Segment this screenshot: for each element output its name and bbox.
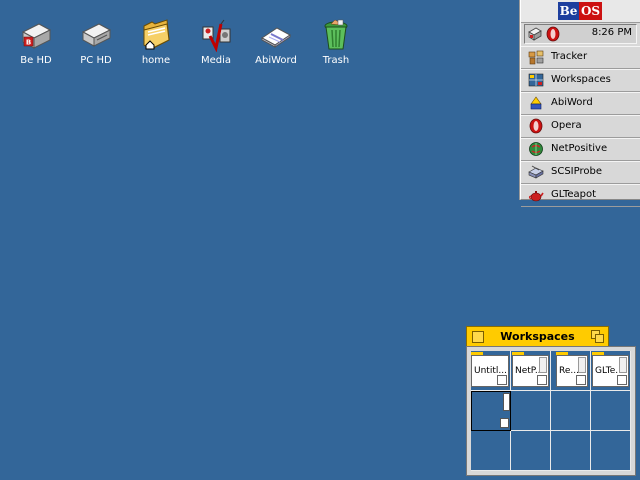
deskbar-item-label: Tracker [551, 51, 588, 62]
scsiprobe-icon [528, 165, 544, 179]
pc-harddisk-icon [81, 23, 112, 47]
desktop-icon-label: AbiWord [255, 55, 297, 66]
deskbar-item-netpositive[interactable]: NetPositive [521, 138, 640, 161]
mini-window-tab [471, 352, 483, 355]
workspace-grid: Untitl... NetP... Re... GLTe... [471, 351, 631, 471]
deskbar-item-label: Opera [551, 120, 582, 131]
network-status-icon[interactable] [527, 26, 543, 42]
netpositive-icon [529, 142, 543, 156]
mini-window-tab [512, 352, 524, 355]
mini-window[interactable]: Untitl... [471, 352, 509, 387]
desktop-icon-media[interactable]: Media [184, 18, 248, 66]
workspaces-window: Untitl... NetP... Re... GLTe... [466, 346, 636, 476]
desktop-icon-abiword[interactable]: AbiWord [244, 18, 308, 66]
deskbar-item-label: GLTeapot [551, 189, 597, 200]
abiword-document-icon [261, 27, 291, 48]
mini-window-scroll [503, 393, 510, 411]
mini-window[interactable]: NetP... [512, 352, 549, 387]
desktop-icon-label: PC HD [80, 55, 112, 66]
deskbar-item-label: AbiWord [551, 97, 593, 108]
mini-window-scroll [578, 357, 586, 373]
mini-window-resize [617, 375, 627, 385]
glteapot-icon [528, 191, 544, 202]
deskbar-clock[interactable]: 8:26 PM [592, 27, 632, 38]
media-icon [202, 19, 231, 52]
desktop-icon-label: Trash [322, 55, 350, 66]
desktop-icon-trash[interactable]: Trash [304, 18, 368, 66]
workspace-10[interactable] [511, 431, 551, 471]
workspace-11[interactable] [551, 431, 591, 471]
workspace-6[interactable] [511, 391, 551, 431]
mini-window-resize [537, 375, 547, 385]
be-menu-button[interactable]: Be OS [521, 0, 640, 23]
desktop-icon-be-hd[interactable]: B Be HD [4, 18, 68, 66]
mini-window-scroll [619, 357, 627, 373]
deskbar-item-workspaces[interactable]: Workspaces [521, 69, 640, 92]
workspace-7[interactable] [551, 391, 591, 431]
deskbar-item-label: NetPositive [551, 143, 608, 154]
workspace-3[interactable]: Re... [551, 351, 591, 391]
home-folder-icon [143, 19, 170, 50]
deskbar-item-scsiprobe[interactable]: SCSIProbe [521, 161, 640, 184]
deskbar-item-label: SCSIProbe [551, 166, 602, 177]
workspace-9[interactable] [471, 431, 511, 471]
mini-window-scroll [539, 357, 547, 373]
mini-window-resize [500, 418, 509, 428]
mini-window-resize [576, 375, 586, 385]
opera-icon [529, 118, 543, 134]
deskbar-tray: 8:26 PM [524, 24, 637, 44]
mini-window[interactable]: GLTe... [592, 352, 629, 387]
workspace-4[interactable]: GLTe... [591, 351, 631, 391]
mini-window[interactable]: Re... [556, 352, 588, 387]
deskbar-item-tracker[interactable]: Tracker [521, 46, 640, 69]
abiword-icon [530, 96, 542, 110]
mini-window-resize [497, 375, 507, 385]
workspaces-window-tab[interactable]: Workspaces [466, 326, 609, 346]
workspace-8[interactable] [591, 391, 631, 431]
zoom-button[interactable] [591, 330, 604, 343]
mini-window-tab [592, 352, 604, 355]
deskbar-item-label: Workspaces [551, 74, 611, 85]
desktop-icon-pc-hd[interactable]: PC HD [64, 18, 128, 66]
os-logo-text: OS [579, 2, 602, 20]
mini-window-tab [556, 352, 568, 355]
trash-icon [324, 19, 348, 50]
svg-text:B: B [26, 39, 31, 47]
deskbar-item-glteapot[interactable]: GLTeapot [521, 184, 640, 207]
workspace-12[interactable] [591, 431, 631, 471]
workspace-5-active[interactable] [471, 391, 511, 431]
deskbar-item-opera[interactable]: Opera [521, 115, 640, 138]
deskbar: Be OS 8:26 PM Tracker Workspaces AbiWord… [520, 0, 640, 207]
opera-tray-icon[interactable] [545, 26, 561, 42]
be-logo-icon: Be OS [558, 2, 602, 20]
deskbar-item-abiword[interactable]: AbiWord [521, 92, 640, 115]
workspace-1[interactable]: Untitl... [471, 351, 511, 391]
desktop-icon-label: Media [200, 55, 232, 66]
desktop-icon-label: Be HD [20, 55, 52, 66]
tracker-icon [528, 50, 544, 65]
be-harddisk-icon: B [21, 23, 52, 49]
be-logo-text: Be [558, 2, 579, 20]
desktop-icon-label: home [141, 55, 171, 66]
window-title: Workspaces [500, 330, 575, 343]
workspace-2[interactable]: NetP... [511, 351, 551, 391]
deskbar-app-list: Tracker Workspaces AbiWord Opera NetPosi… [521, 46, 640, 207]
workspaces-icon [528, 73, 544, 87]
desktop-icon-home[interactable]: home [124, 18, 188, 66]
